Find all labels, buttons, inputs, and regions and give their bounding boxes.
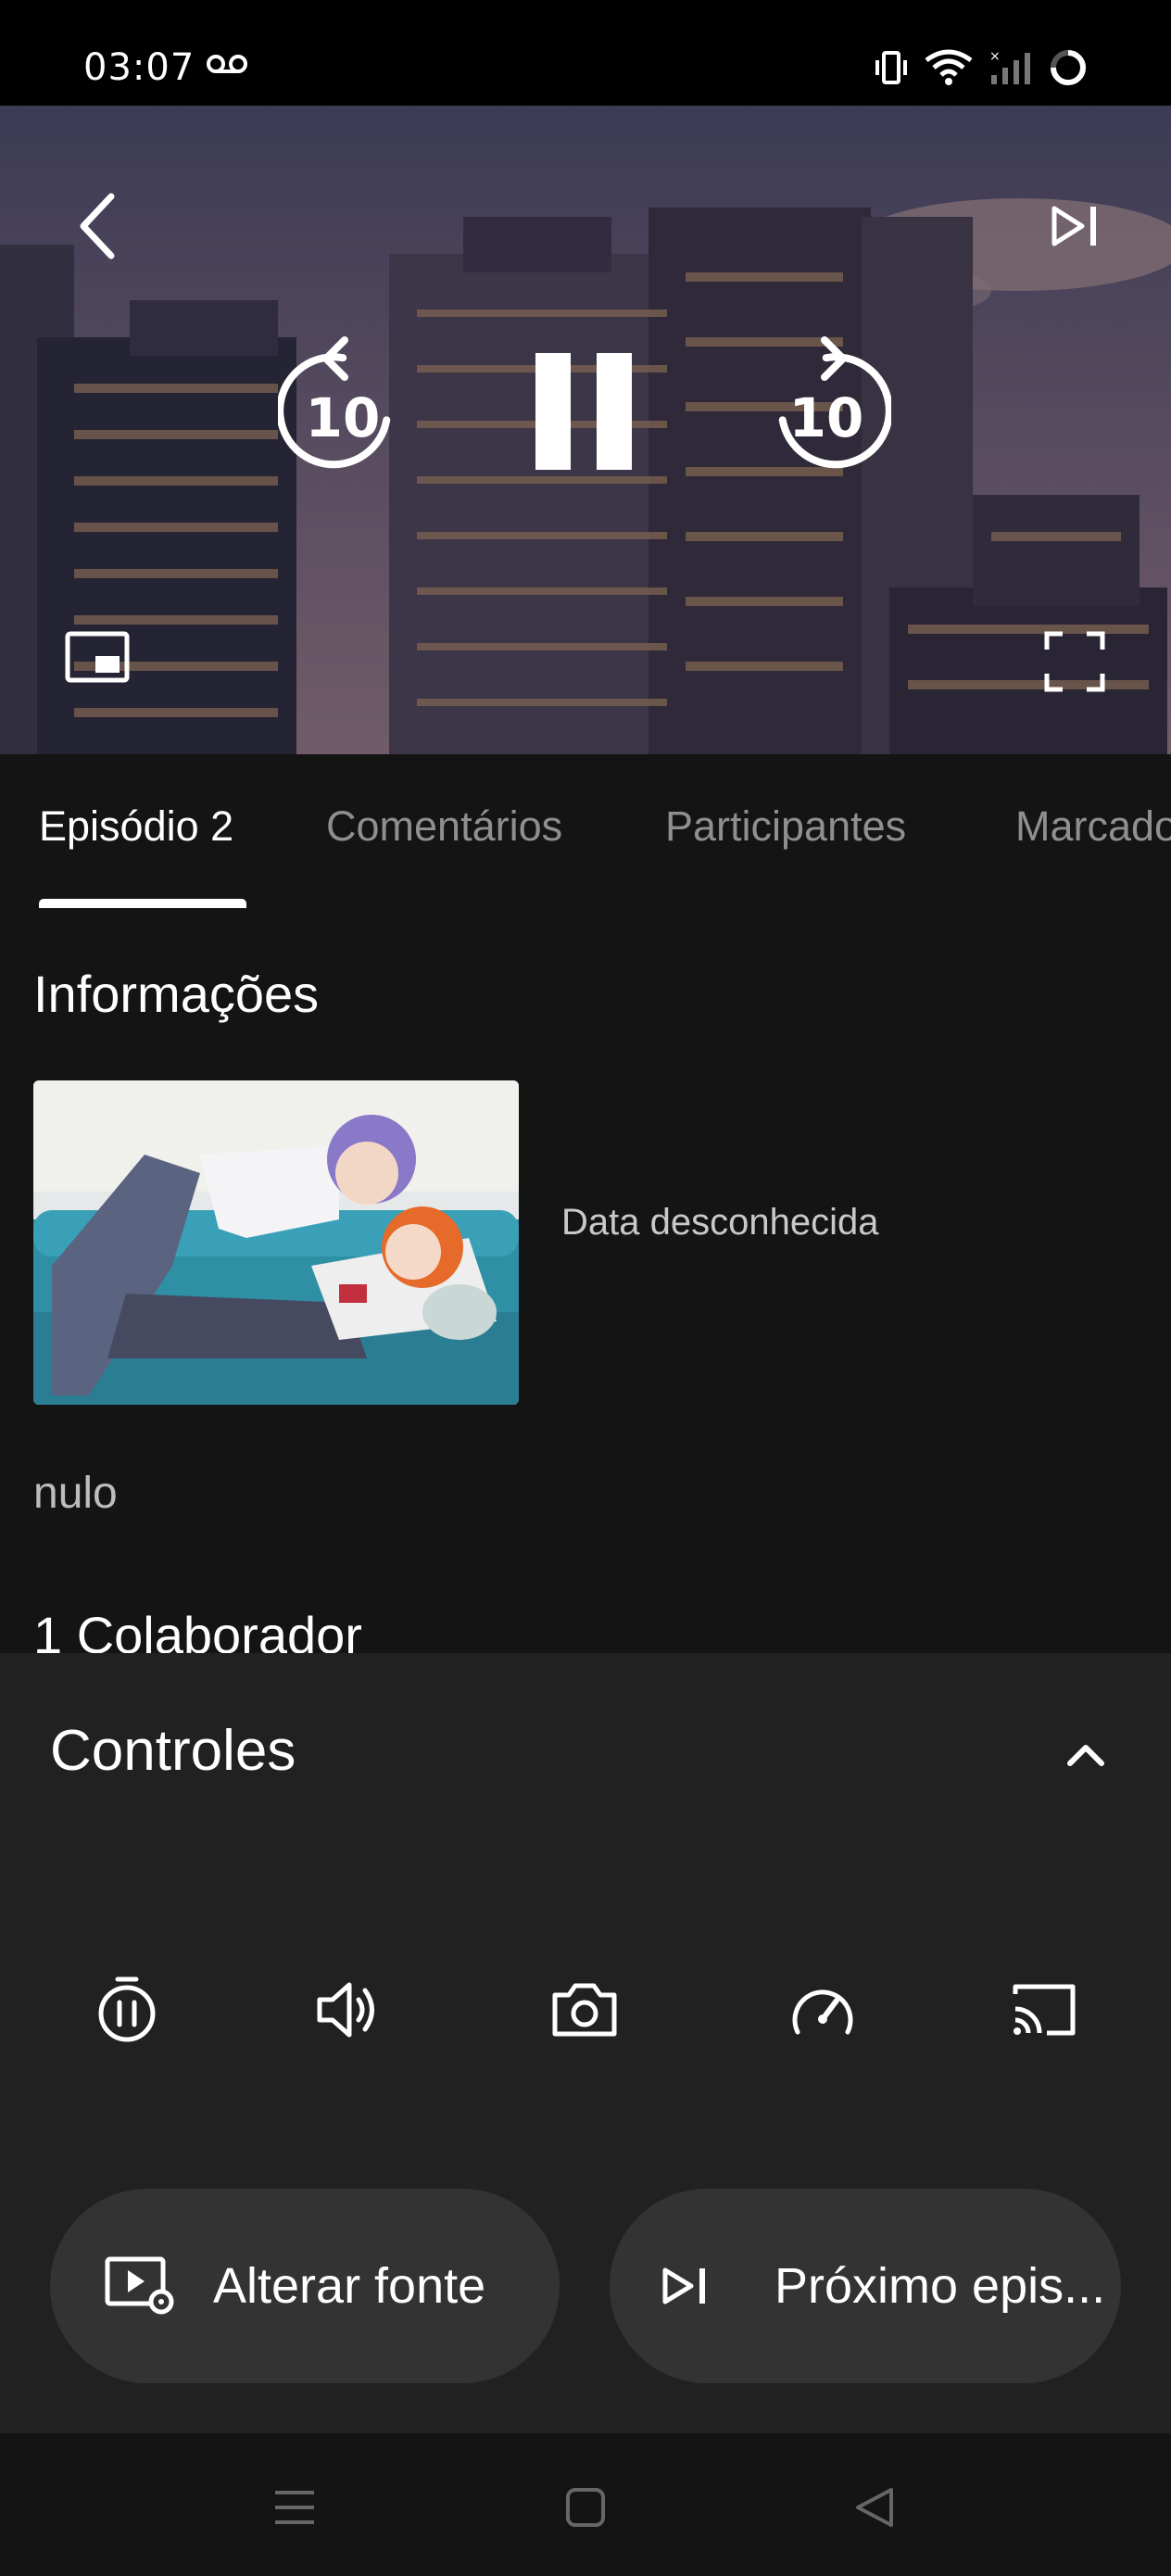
tab-episode[interactable]: Episódio 2 xyxy=(39,802,233,851)
episode-info: Informações Data desconhecida nulo 1 Col… xyxy=(0,912,1171,1653)
screenshot-button[interactable] xyxy=(534,1959,636,2061)
pause-icon xyxy=(535,353,632,470)
fullscreen-icon xyxy=(1044,631,1105,692)
video-player[interactable]: 10 10 xyxy=(0,106,1171,754)
rewind-10-button[interactable]: 10 xyxy=(278,333,408,472)
tab-indicator xyxy=(39,899,246,908)
rewind-label: 10 xyxy=(306,386,381,449)
recent-apps-button[interactable] xyxy=(258,2470,332,2544)
playback-speed-button[interactable] xyxy=(772,1959,874,2061)
camera-icon xyxy=(552,1983,617,2037)
video-settings-icon xyxy=(104,2249,178,2323)
next-episode-label: Próximo epis... xyxy=(774,2258,1106,2314)
cast-icon xyxy=(1013,1984,1076,2036)
skip-next-button[interactable] xyxy=(1038,189,1112,263)
change-source-button[interactable]: Alterar fonte xyxy=(50,2189,560,2383)
forward-10-button[interactable]: 10 xyxy=(762,333,891,472)
controls-toolbar xyxy=(0,1959,1171,2070)
episode-thumbnail[interactable] xyxy=(33,1080,519,1405)
episode-date: Data desconhecida xyxy=(561,1202,879,1243)
back-triangle-icon xyxy=(856,2488,893,2527)
back-nav-button[interactable] xyxy=(837,2470,912,2544)
cast-button[interactable] xyxy=(993,1959,1095,2061)
change-source-label: Alterar fonte xyxy=(213,2258,486,2314)
home-square-icon xyxy=(566,2488,605,2527)
episode-description: nulo xyxy=(33,1469,118,1518)
volume-button[interactable] xyxy=(296,1959,398,2061)
timer-icon xyxy=(98,1976,156,2042)
voicemail-icon xyxy=(206,54,248,78)
home-button[interactable] xyxy=(548,2470,623,2544)
speed-icon xyxy=(792,1989,853,2035)
wifi-icon xyxy=(925,49,973,90)
menu-icon xyxy=(275,2491,314,2524)
sleep-timer-button[interactable] xyxy=(76,1959,178,2061)
status-bar: 03:07 × xyxy=(0,0,1171,106)
episode-thumbnail-image xyxy=(33,1080,519,1405)
vibrate-icon xyxy=(875,49,908,90)
signal-icon: × xyxy=(989,49,1032,90)
status-time: 03:07 xyxy=(83,46,195,89)
next-episode-button[interactable]: Próximo epis... xyxy=(610,2189,1121,2383)
volume-icon xyxy=(317,1982,374,2038)
pause-button[interactable] xyxy=(523,342,644,481)
tab-bookmarks[interactable]: Marcadores xyxy=(1015,802,1171,851)
tab-comments[interactable]: Comentários xyxy=(326,802,562,851)
collapse-controls-button[interactable] xyxy=(1049,1718,1123,1792)
chevron-left-icon xyxy=(80,193,115,259)
skip-next-icon xyxy=(1051,206,1096,246)
battery-icon xyxy=(1049,48,1088,91)
skip-next-icon xyxy=(648,2249,723,2323)
forward-label: 10 xyxy=(789,386,864,449)
system-navigation-bar xyxy=(0,2433,1171,2576)
controls-title: Controles xyxy=(50,1719,296,1783)
back-button[interactable] xyxy=(65,180,130,272)
tab-bar: Episódio 2 Comentários Participantes Mar… xyxy=(0,754,1171,912)
info-section-title: Informações xyxy=(33,965,320,1023)
fullscreen-button[interactable] xyxy=(1033,620,1116,703)
forward-10-icon: 10 xyxy=(778,336,891,469)
picture-in-picture-button[interactable] xyxy=(56,620,139,694)
chevron-up-icon xyxy=(1067,1745,1104,1766)
pip-icon xyxy=(65,631,130,683)
svg-text:×: × xyxy=(989,49,1001,64)
controls-sheet: Controles Alterar fonte Próximo epis... xyxy=(0,1653,1171,2433)
collaborators-count[interactable]: 1 Colaborador xyxy=(33,1605,362,1653)
tab-participants[interactable]: Participantes xyxy=(665,802,906,851)
replay-10-icon: 10 xyxy=(278,336,391,469)
